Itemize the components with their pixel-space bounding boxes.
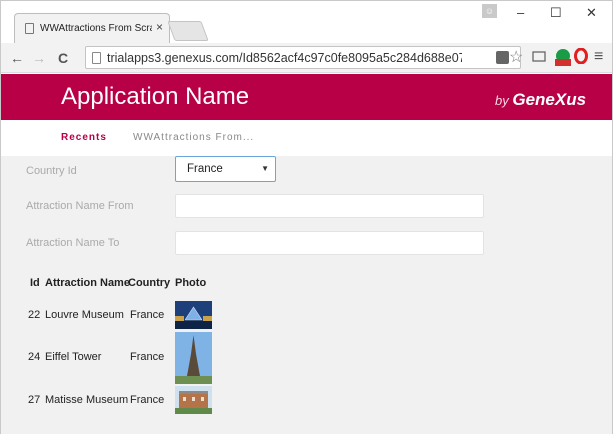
attraction-name-from-label: Attraction Name From: [26, 200, 134, 212]
tab-close-icon[interactable]: ×: [156, 20, 163, 34]
eiffel-photo: [175, 332, 212, 384]
back-icon[interactable]: ←: [10, 50, 24, 66]
menu-icon[interactable]: ≡: [594, 48, 603, 66]
country-id-label: Country Id: [26, 165, 77, 177]
cell-country: France: [130, 394, 165, 406]
louvre-photo: [175, 301, 212, 329]
genexus-logo: by GeneXus: [495, 90, 587, 109]
column-header-photo[interactable]: Photo: [175, 277, 206, 289]
reload-icon[interactable]: C: [58, 50, 68, 66]
new-tab-button[interactable]: [167, 21, 209, 41]
page-info-icon[interactable]: [92, 52, 101, 64]
cell-attraction-name: Eiffel Tower: [45, 351, 102, 363]
address-bar[interactable]: trialapps3.genexus.com/Id8562acf4c97c0fe…: [85, 46, 523, 69]
cell-id: 22: [28, 309, 41, 321]
attraction-name-to-label: Attraction Name To: [26, 237, 120, 249]
forward-icon[interactable]: →: [32, 50, 46, 66]
browser-toolbar: ← → C trialapps3.genexus.com/Id8562acf4c…: [1, 43, 612, 73]
breadcrumb-current[interactable]: WWAttractions From...: [133, 132, 254, 143]
app-header: Application Name by GeneXus: [1, 74, 612, 120]
cell-attraction-name: Louvre Museum: [45, 309, 124, 321]
minimize-button[interactable]: –: [517, 5, 524, 20]
attraction-name-to-input[interactable]: [175, 231, 484, 255]
cell-country: France: [130, 309, 165, 321]
browser-window: WWAttractions From Scra × ☺ – ☐ ✕ ← → C …: [0, 0, 613, 434]
cast-icon[interactable]: [532, 51, 546, 63]
translate-icon[interactable]: [496, 51, 509, 64]
profile-icon[interactable]: ☺: [482, 4, 497, 18]
column-header-country[interactable]: Country: [128, 277, 170, 289]
matisse-photo: [175, 386, 212, 414]
country-select[interactable]: France ▼: [175, 156, 276, 182]
column-header-attraction-name[interactable]: Attraction Name: [45, 277, 130, 289]
cell-id: 27: [28, 394, 41, 406]
opera-icon[interactable]: [574, 48, 588, 64]
close-window-button[interactable]: ✕: [586, 5, 597, 21]
bookmark-star-icon[interactable]: ☆: [509, 47, 523, 67]
tab-title: WWAttractions From Scra: [40, 23, 152, 34]
breadcrumb-recents[interactable]: Recents: [61, 132, 107, 143]
attraction-name-from-input[interactable]: [175, 194, 484, 218]
chevron-down-icon: ▼: [261, 164, 269, 173]
main-content: Country Id France ▼ Attraction Name From…: [1, 156, 612, 434]
cell-id: 24: [28, 351, 41, 363]
column-header-id[interactable]: Id: [30, 277, 40, 289]
cell-country: France: [130, 351, 165, 363]
cell-attraction-name: Matisse Museum: [45, 394, 129, 406]
url-text[interactable]: trialapps3.genexus.com/Id8562acf4c97c0fe…: [107, 51, 462, 65]
browser-tab[interactable]: WWAttractions From Scra ×: [14, 13, 170, 43]
title-bar: WWAttractions From Scra × ☺ – ☐ ✕: [1, 1, 612, 43]
breadcrumb: Recents WWAttractions From...: [1, 120, 612, 156]
maximize-button[interactable]: ☐: [550, 5, 562, 21]
app-title: Application Name: [61, 83, 250, 110]
page-icon: [25, 23, 34, 34]
country-select-value: France: [187, 163, 223, 175]
new-extension-icon[interactable]: [553, 47, 573, 67]
